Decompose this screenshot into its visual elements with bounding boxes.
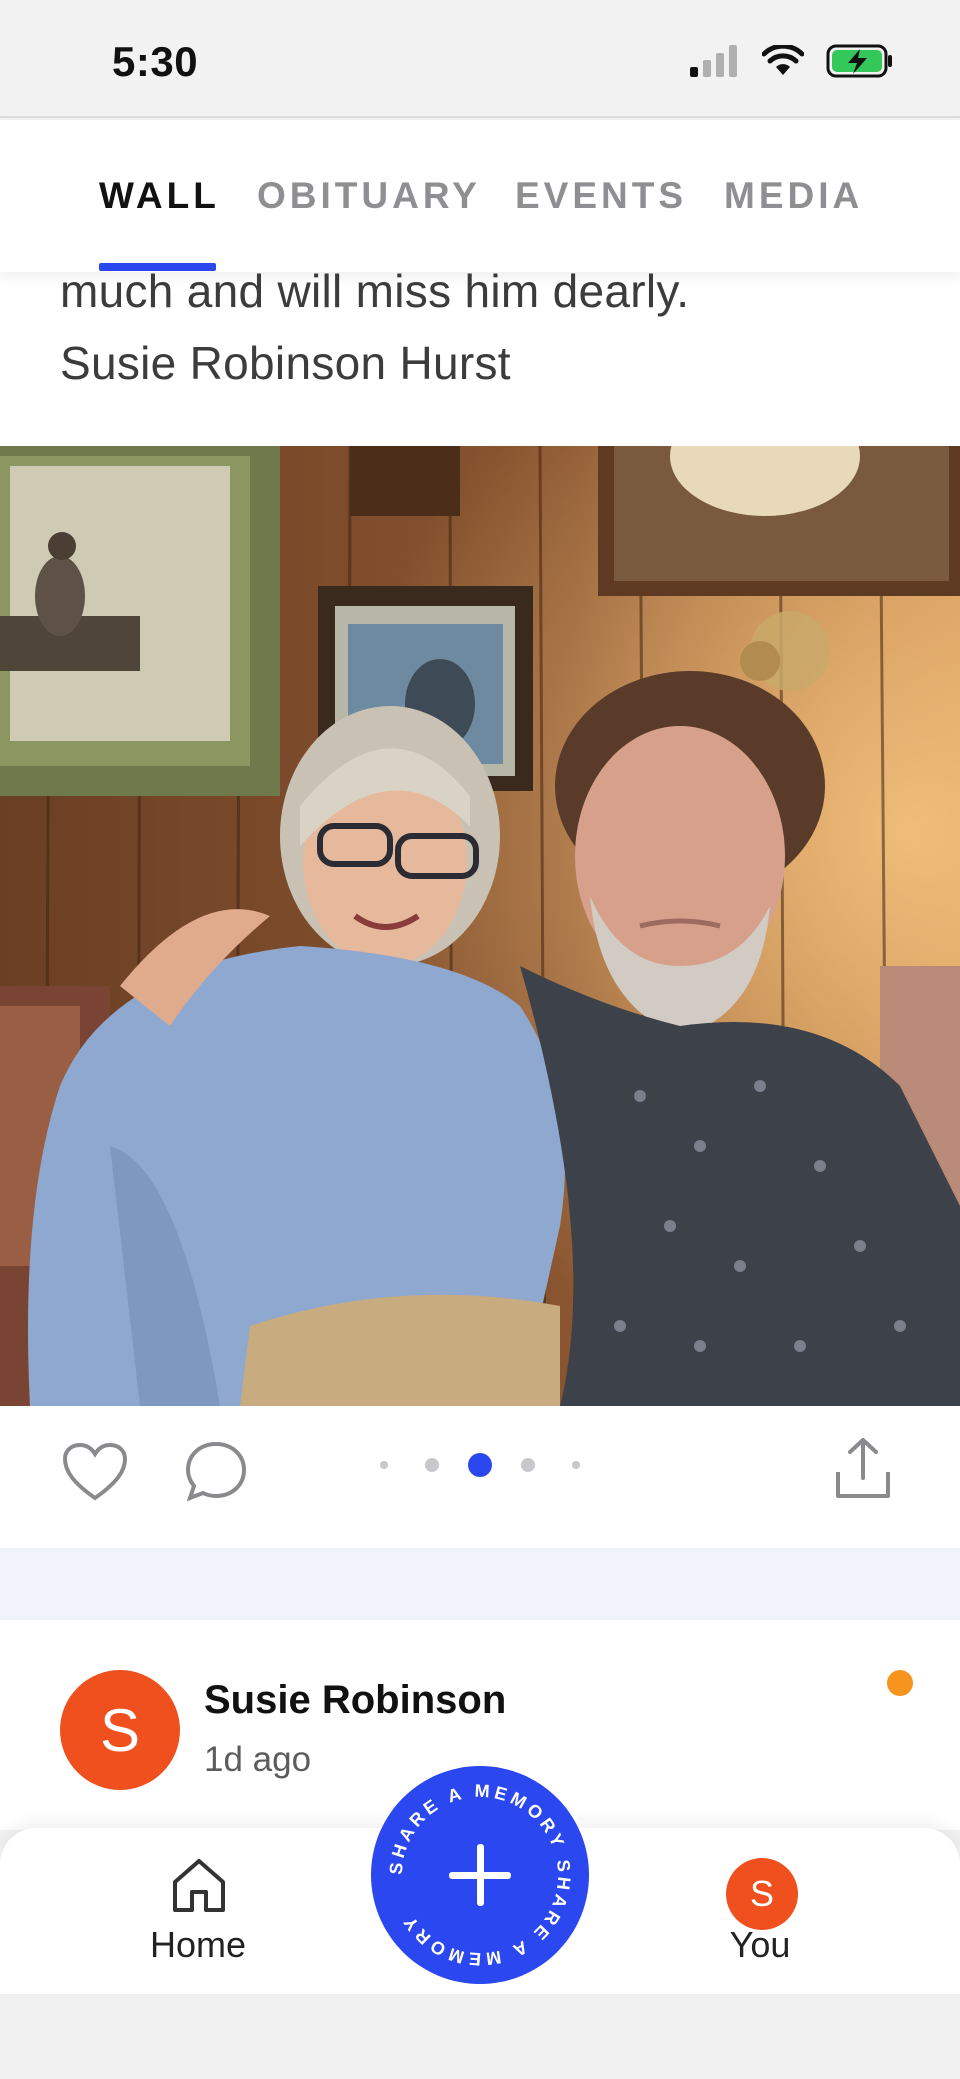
tab-bar: WALL OBITUARY EVENTS MEDIA	[0, 120, 960, 272]
tab-events[interactable]: EVENTS	[515, 175, 687, 217]
carousel-indicator	[380, 1453, 580, 1477]
photo-illustration	[0, 446, 960, 1406]
tab-media[interactable]: MEDIA	[724, 175, 863, 217]
post-author[interactable]: Susie Robinson	[204, 1678, 506, 1723]
active-tab-indicator	[99, 263, 216, 271]
tab-wall[interactable]: WALL	[99, 175, 220, 217]
post-text-line: much and will miss him dearly.	[60, 272, 690, 317]
battery-charging-icon	[826, 44, 892, 78]
wifi-icon	[762, 45, 804, 75]
share-upload-icon[interactable]	[834, 1436, 892, 1500]
nav-you-label: You	[729, 1924, 791, 1965]
status-bar: 5:30	[0, 0, 960, 118]
post-text-line: Susie Robinson Hurst	[60, 337, 511, 389]
cellular-signal-icon	[690, 45, 737, 77]
status-time: 5:30	[112, 38, 199, 85]
avatar[interactable]: S	[60, 1670, 180, 1790]
you-avatar: S	[726, 1858, 798, 1930]
unread-dot	[887, 1670, 913, 1696]
post-text: much and will miss him dearly. Susie Rob…	[0, 272, 960, 446]
post-actions	[0, 1406, 960, 1548]
post-timestamp: 1d ago	[204, 1740, 312, 1779]
share-memory-button[interactable]: SHARE A MEMORY SHARE A MEMORY	[371, 1766, 589, 1984]
tab-obituary[interactable]: OBITUARY	[257, 175, 481, 217]
post-photo[interactable]	[0, 446, 960, 1406]
share-memory-graphic: SHARE A MEMORY SHARE A MEMORY	[386, 1781, 571, 1970]
home-icon	[173, 1859, 225, 1912]
nav-you[interactable]: S You	[680, 1828, 840, 1994]
nav-home[interactable]: Home	[118, 1828, 278, 1994]
nav-home-label: Home	[149, 1924, 247, 1965]
system-bottom-area	[0, 1994, 960, 2079]
feed-separator	[0, 1548, 960, 1620]
plus-icon	[449, 1844, 511, 1906]
status-icons	[690, 44, 894, 78]
